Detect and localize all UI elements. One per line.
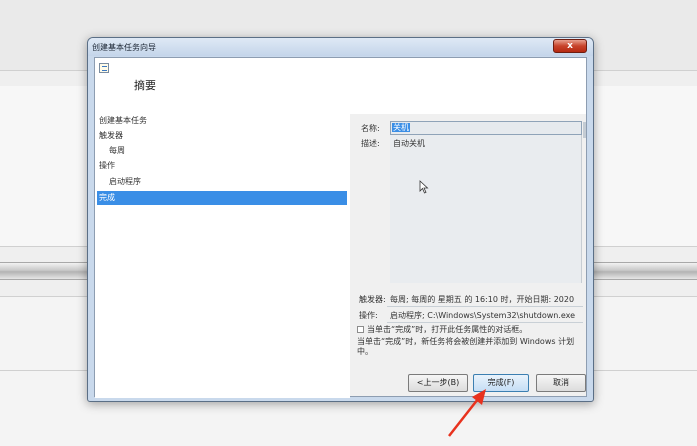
description-value: 自动关机 <box>393 139 425 148</box>
close-icon: x <box>567 41 573 51</box>
task-wizard-icon <box>99 63 109 73</box>
step-action[interactable]: 操作 <box>97 159 347 173</box>
create-basic-task-wizard: 创建基本任务向导 x 摘要 创建基本任务 触发器 每周 操作 启动程序 完成 名… <box>87 37 594 402</box>
open-properties-checkbox[interactable] <box>357 326 364 333</box>
wizard-header: 摘要 <box>95 58 586 114</box>
finish-button[interactable]: 完成(F) <box>473 374 529 392</box>
trigger-label: 触发器: <box>359 295 386 304</box>
action-label: 操作: <box>359 311 378 320</box>
summary-panel: 名称: 关机 描述: 自动关机 触发器: 每周; 每周的 星期五 的 16:10… <box>357 114 586 398</box>
open-properties-option[interactable]: 当单击“完成”时，打开此任务属性的对话框。 <box>357 324 586 336</box>
step-weekly[interactable]: 每周 <box>97 144 347 158</box>
window-title: 创建基本任务向导 <box>92 43 156 52</box>
title-bar[interactable]: 创建基本任务向导 x <box>88 38 593 56</box>
wizard-body: 摘要 创建基本任务 触发器 每周 操作 启动程序 完成 名称: 关机 描述: 自… <box>94 57 587 398</box>
step-create-basic-task[interactable]: 创建基本任务 <box>97 114 347 128</box>
wizard-steps-panel: 创建基本任务 触发器 每周 操作 启动程序 完成 <box>95 114 350 398</box>
action-value: 启动程序; C:\Windows\System32\shutdown.exe <box>390 311 576 320</box>
description-scrollbar[interactable] <box>583 122 586 138</box>
name-label: 名称: <box>361 124 380 133</box>
trigger-value: 每周; 每周的 星期五 的 16:10 时，开始日期: 2020 <box>390 295 575 304</box>
mouse-pointer-icon <box>419 180 429 194</box>
description-field[interactable]: 自动关机 <box>390 135 582 283</box>
name-field[interactable]: 关机 <box>390 121 582 135</box>
name-value: 关机 <box>392 123 410 132</box>
step-finish[interactable]: 完成 <box>97 191 347 205</box>
back-button[interactable]: <上一步(B) <box>408 374 468 392</box>
close-button[interactable]: x <box>553 39 587 53</box>
page-title: 摘要 <box>134 79 156 92</box>
action-divider <box>387 322 583 323</box>
description-label: 描述: <box>361 139 380 148</box>
step-start-program[interactable]: 启动程序 <box>97 175 347 189</box>
cancel-button[interactable]: 取消 <box>536 374 586 392</box>
trigger-divider <box>387 306 583 307</box>
finish-note: 当单击“完成”时，新任务将会被创建并添加到 Windows 计划中。 <box>357 337 575 356</box>
step-trigger[interactable]: 触发器 <box>97 129 347 143</box>
open-properties-label: 当单击“完成”时，打开此任务属性的对话框。 <box>367 325 528 334</box>
